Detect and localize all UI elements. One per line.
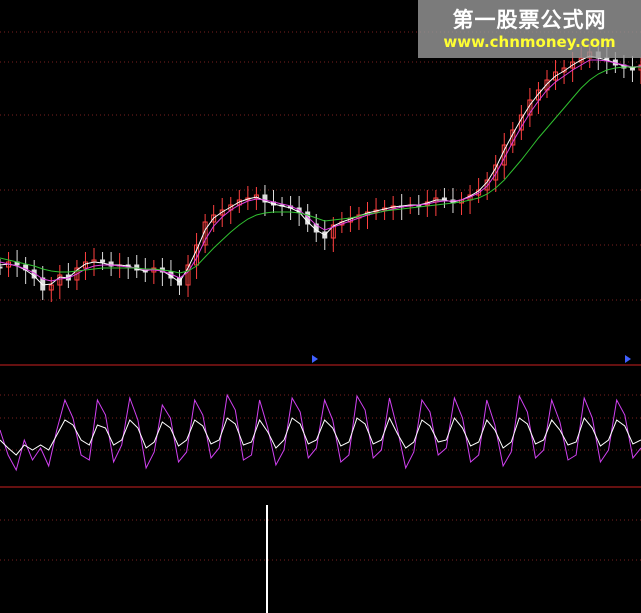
candle-body <box>100 259 106 263</box>
price-panel <box>0 42 641 302</box>
ma_long-line <box>0 66 641 274</box>
panel-dividers <box>0 355 641 488</box>
watermark-banner: 第一股票公式网 www.chnmoney.com <box>418 0 641 58</box>
marker-icon <box>312 355 318 363</box>
volume-bar <box>266 505 268 613</box>
oscillator-panel <box>0 393 641 472</box>
watermark-site-url: www.chnmoney.com <box>443 33 616 51</box>
watermark-site-name: 第一股票公式网 <box>452 8 607 32</box>
stock-chart <box>0 31 641 613</box>
fast-oscillator-line <box>0 393 641 472</box>
volume-panel <box>266 505 268 613</box>
marker-icon <box>625 355 631 363</box>
grid-lines <box>0 31 641 561</box>
ma_mid-line <box>0 59 641 282</box>
candle-body <box>0 266 3 269</box>
